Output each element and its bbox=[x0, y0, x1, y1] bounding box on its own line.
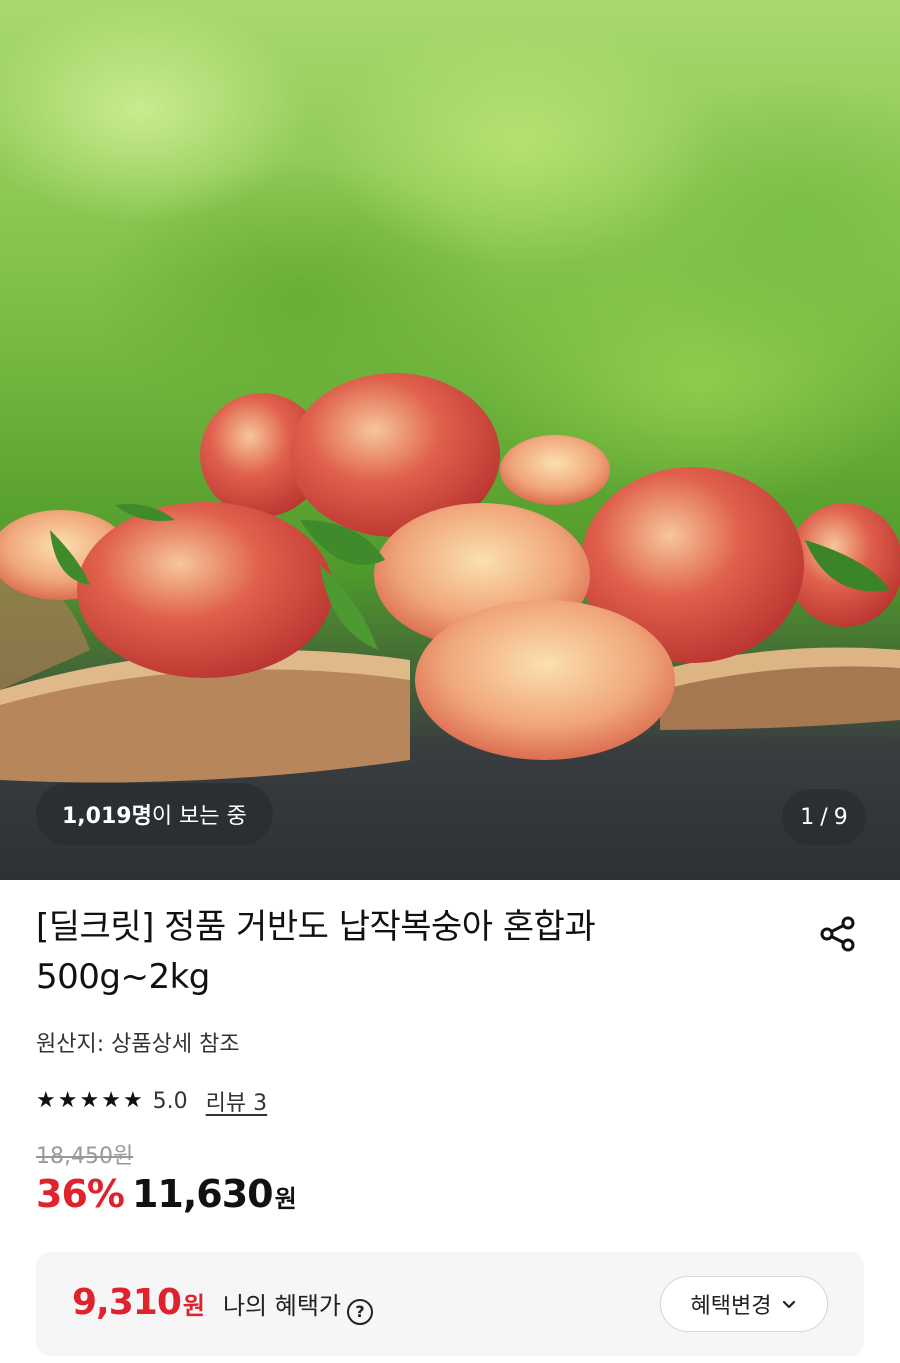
sale-price-currency: 원 bbox=[274, 1185, 297, 1213]
change-benefit-button[interactable]: 혜택변경 bbox=[660, 1276, 828, 1332]
viewers-count: 1,019명 bbox=[62, 804, 152, 829]
review-link[interactable]: 리뷰 3 bbox=[206, 1085, 267, 1117]
image-total: 9 bbox=[833, 804, 848, 830]
rating-row: ★ ★ ★ ★ ★ 5.0 리뷰 3 bbox=[36, 1084, 267, 1118]
viewers-badge: 1,019명 이 보는 중 bbox=[36, 783, 273, 845]
benefit-price: 9,310 원 나의 혜택가 ? bbox=[72, 1282, 373, 1325]
benefit-price-box: 9,310 원 나의 혜택가 ? 혜택변경 bbox=[36, 1252, 864, 1356]
peach-photo bbox=[0, 373, 900, 783]
rating-stars: ★ ★ ★ ★ ★ bbox=[36, 1090, 143, 1112]
star-icon: ★ bbox=[57, 1088, 78, 1113]
sale-price: 11,630 bbox=[131, 1172, 274, 1216]
star-icon: ★ bbox=[101, 1088, 121, 1113]
product-title: [딜크릿] 정품 거반도 납작복숭아 혼합과 500g~2kg bbox=[36, 902, 676, 1002]
star-icon: ★ bbox=[79, 1088, 100, 1113]
price-row: 36% 11,630 원 bbox=[36, 1172, 297, 1228]
image-separator: / bbox=[820, 804, 828, 830]
share-button[interactable] bbox=[812, 908, 864, 960]
rating-score: 5.0 bbox=[152, 1088, 188, 1114]
star-icon: ★ bbox=[36, 1088, 56, 1113]
share-icon bbox=[820, 916, 855, 952]
image-counter: 1 / 9 bbox=[782, 789, 866, 845]
viewers-suffix: 이 보는 중 bbox=[151, 804, 247, 829]
product-image-carousel[interactable]: 1,019명 이 보는 중 1 / 9 bbox=[0, 0, 900, 880]
original-price: 18,450원 bbox=[36, 1144, 134, 1169]
benefit-label: 나의 혜택가 bbox=[222, 1292, 341, 1320]
help-circle-icon[interactable]: ? bbox=[347, 1298, 373, 1325]
discount-rate: 36% bbox=[36, 1172, 125, 1216]
chevron-down-icon bbox=[783, 1300, 796, 1309]
benefit-currency: 원 bbox=[182, 1292, 205, 1320]
image-index: 1 bbox=[800, 804, 815, 830]
change-benefit-label: 혜택변경 bbox=[690, 1294, 772, 1319]
origin-info: 원산지: 상품상세 참조 bbox=[36, 1032, 240, 1057]
product-title-line2: 500g~2kg bbox=[36, 957, 210, 997]
benefit-amount: 9,310 bbox=[72, 1282, 182, 1323]
product-title-line1: [딜크릿] 정품 거반도 납작복숭아 혼합과 bbox=[36, 907, 596, 947]
star-icon: ★ bbox=[122, 1088, 143, 1113]
